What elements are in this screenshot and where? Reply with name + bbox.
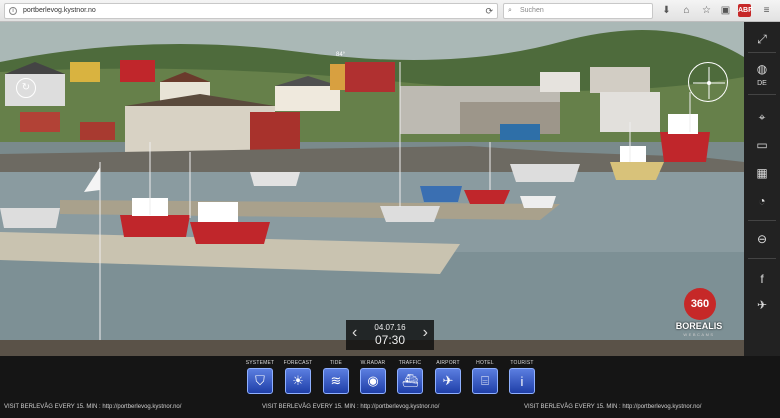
rotate-view-icon[interactable]: ↻ [16,78,36,98]
pocket-icon[interactable]: ▣ [719,4,732,17]
browser-toolbar: i portberlevog.kystnor.no ⟳ ⌕ Suchen ⬇ ⌂… [0,0,780,22]
reload-icon[interactable]: ⟳ [485,4,493,18]
weather-icon: ☀ [285,368,311,394]
download-icon[interactable]: ⬇ [660,4,673,17]
search-placeholder: Suchen [520,7,544,14]
adblock-icon[interactable]: ABP [738,4,753,17]
nav-wradar[interactable]: W.RADAR ◉ [353,360,393,394]
timestamp-box: ‹ 04.07.16 07:30 › [346,320,434,350]
snapshot-date: 04.07.16 [374,323,406,332]
nav-label: TRAFFIC [398,360,422,366]
globe-icon[interactable]: ◍ [750,58,774,80]
search-input[interactable]: ⌕ Suchen [503,3,653,19]
twitter-icon[interactable]: ✈ [750,294,774,316]
rail-divider [748,220,776,221]
ticker-text[interactable]: VISIT BERLEVÅG EVERY 15. MIN : http://po… [4,404,181,410]
compass-control[interactable] [688,62,728,102]
nav-label: TIDE [329,360,343,366]
url-text: portberlevog.kystnor.no [23,7,96,14]
logo-subtitle: WEBCAMS [683,332,715,337]
rail-divider [748,258,776,259]
address-bar[interactable]: i portberlevog.kystnor.no ⟳ [4,3,498,19]
ticker-text[interactable]: VISIT BERLEVÅG EVERY 15. MIN : http://po… [524,404,701,410]
logo-badge: 360 [684,288,716,320]
compass-needle-icon [693,67,725,99]
bookmark-star-icon[interactable]: ☆ [700,4,713,17]
site-info-icon[interactable]: i [9,7,17,15]
right-toolbar: ⤢ ◍ DE ⌖ ▭ ▦ ◔ ⊖ f ✈ [744,22,780,356]
facebook-icon[interactable]: f [750,268,774,290]
nav-label: SYSTEMET [245,360,275,366]
bed-icon: ⌸ [472,368,498,394]
rail-divider [748,94,776,95]
nav-tide[interactable]: TIDE ≋ [316,360,356,394]
plane-icon: ✈ [435,368,461,394]
timelapse-icon[interactable]: ◔ [750,190,774,212]
video-icon[interactable]: ⊖ [750,228,774,250]
ticker-text[interactable]: VISIT BERLEVÅG EVERY 15. MIN : http://po… [262,404,439,410]
map-pin-icon[interactable]: ⌖ [750,106,774,128]
nav-label: AIRPORT [436,360,460,366]
shield-icon: ⛉ [247,368,273,394]
info-icon: i [509,368,535,394]
webcam-view[interactable]: 84° ↻ ‹ 04.07.16 07:30 › 360 BOREALIS WE… [0,22,744,356]
menu-icon[interactable]: ≡ [760,4,773,17]
waves-icon: ≋ [323,368,349,394]
snapshot-time: 07:30 [374,333,406,347]
chevron-right-icon[interactable]: › [423,324,428,342]
nav-tourist[interactable]: TOURIST i [502,360,542,394]
search-icon: ⌕ [508,7,512,14]
heading-degree: 84° [336,52,346,58]
nav-traffic[interactable]: TRAFFIC ⛴ [390,360,430,394]
nav-label: HOTEL [476,360,494,366]
camera-icon[interactable]: ▭ [750,134,774,156]
language-label[interactable]: DE [744,80,780,87]
nav-label: FORECAST [283,360,313,366]
nav-hotel[interactable]: HOTEL ⌸ [465,360,505,394]
nav-airport[interactable]: AIRPORT ✈ [428,360,468,394]
nav-forecast[interactable]: FORECAST ☀ [278,360,318,394]
gallery-icon[interactable]: ▦ [750,162,774,184]
nav-systemet[interactable]: SYSTEMET ⛉ [240,360,280,394]
home-icon[interactable]: ⌂ [680,4,693,17]
nav-label: W.RADAR [360,360,386,366]
ship-icon: ⛴ [397,368,423,394]
nav-label: TOURIST [510,360,534,366]
logo-name: BOREALIS [675,321,723,331]
fullscreen-icon[interactable]: ⤢ [750,28,774,50]
harbor-scene [0,22,744,356]
rail-divider [748,52,776,53]
radar-icon: ◉ [360,368,386,394]
